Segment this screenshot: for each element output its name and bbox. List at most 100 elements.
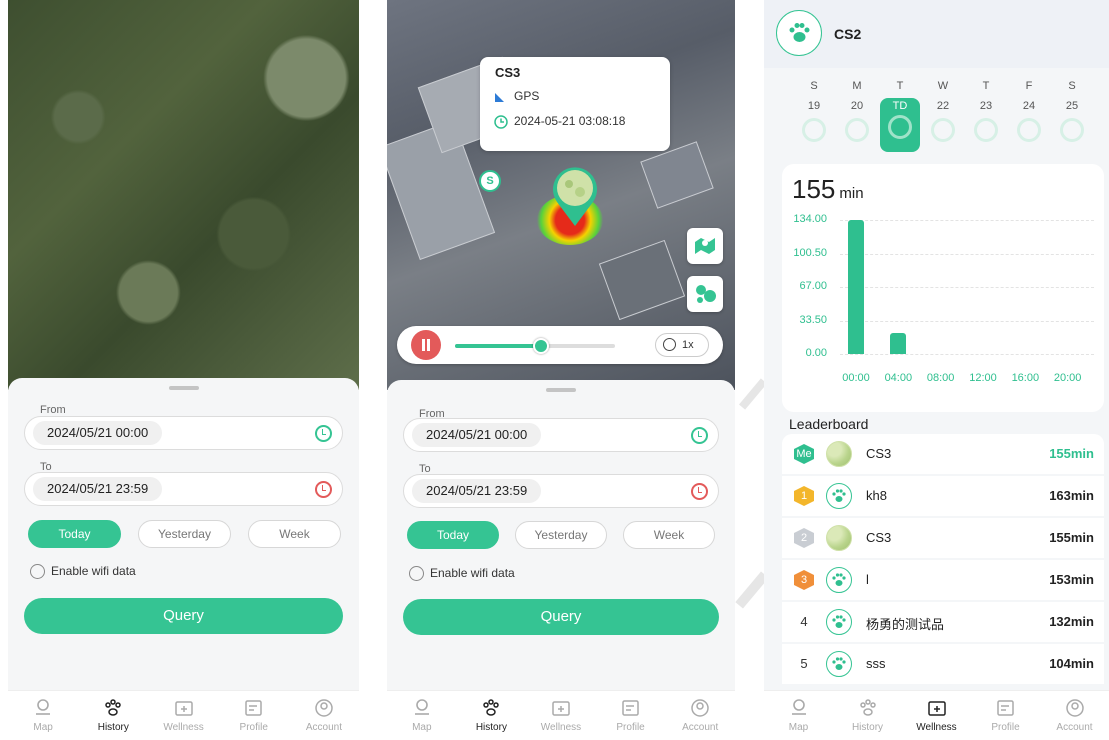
playback-bar: 1x bbox=[397, 326, 723, 364]
leaderboard-row[interactable]: 3 l 153min bbox=[782, 560, 1104, 600]
query-button[interactable]: Query bbox=[24, 598, 343, 634]
wifi-option[interactable]: Enable wifi data bbox=[30, 564, 136, 580]
nav-wellness[interactable]: Wellness bbox=[148, 691, 218, 740]
nav-profile[interactable]: Profile bbox=[596, 691, 666, 740]
chart-bar[interactable] bbox=[848, 220, 864, 354]
profile-card-icon bbox=[996, 700, 1014, 716]
avatar bbox=[826, 567, 852, 593]
chart-bar[interactable] bbox=[890, 333, 907, 354]
paw-icon bbox=[832, 489, 846, 502]
sheet-handle[interactable] bbox=[546, 388, 576, 392]
chip-week[interactable]: Week bbox=[248, 520, 341, 548]
week-selector: S 19 M 20 T TD W 22 T 23 F 24 S 25 bbox=[794, 80, 1094, 152]
day-item[interactable]: F 24 bbox=[1009, 80, 1049, 142]
nav-map[interactable]: Map bbox=[8, 691, 78, 740]
leaderboard-name: 杨勇的测试品 bbox=[866, 617, 945, 632]
nav-map[interactable]: Map bbox=[387, 691, 457, 740]
nav-map[interactable]: Map bbox=[764, 691, 833, 740]
activity-bar-chart: 134.00 100.50 67.00 33.50 0.00 00:00 04:00 08:0… bbox=[782, 164, 1104, 412]
clock-icon[interactable] bbox=[691, 483, 708, 500]
wifi-option[interactable]: Enable wifi data bbox=[409, 566, 515, 582]
pause-button[interactable] bbox=[411, 330, 441, 360]
clock-icon[interactable] bbox=[315, 481, 332, 498]
nav-label: Account bbox=[305, 722, 342, 733]
nav-history[interactable]: History bbox=[457, 691, 527, 740]
x-tick-label: 00:00 bbox=[842, 372, 870, 384]
day-item[interactable]: W 22 bbox=[923, 80, 963, 142]
nav-label: Map bbox=[33, 722, 53, 733]
chip-today[interactable]: Today bbox=[28, 520, 121, 548]
day-item[interactable]: S 19 bbox=[794, 80, 834, 142]
wifi-radio[interactable] bbox=[30, 564, 45, 580]
map-layer-button[interactable] bbox=[687, 228, 723, 264]
pet-avatar[interactable] bbox=[776, 10, 822, 56]
satellite-map[interactable] bbox=[8, 0, 359, 390]
leaderboard-row[interactable]: Me CS3 155min bbox=[782, 434, 1104, 474]
nav-history[interactable]: History bbox=[78, 691, 148, 740]
nav-account[interactable]: Account bbox=[1040, 691, 1109, 740]
nav-label: Wellness bbox=[163, 722, 204, 733]
pet-location-pin-icon[interactable] bbox=[547, 162, 603, 228]
playback-slider[interactable] bbox=[455, 338, 615, 354]
paw-icon bbox=[859, 699, 876, 716]
folder-plus-icon bbox=[552, 701, 570, 716]
clock-icon bbox=[494, 115, 508, 129]
leaderboard-row[interactable]: 4 杨勇的测试品 132min bbox=[782, 602, 1104, 642]
chip-yesterday[interactable]: Yesterday bbox=[515, 521, 607, 549]
x-tick-label: 20:00 bbox=[1053, 372, 1082, 384]
clock-icon[interactable] bbox=[691, 427, 708, 444]
popup-time-row: 2024-05-21 03:08:18 bbox=[494, 114, 625, 129]
leaderboard-title: Leaderboard bbox=[789, 416, 869, 432]
heatmap-toggle-button[interactable] bbox=[687, 276, 723, 312]
nav-account[interactable]: Account bbox=[665, 691, 735, 740]
from-field[interactable]: 2024/05/21 00:00 bbox=[403, 418, 719, 452]
wifi-radio[interactable] bbox=[409, 566, 424, 582]
history-sheet: From 2024/05/21 00:00 To 2024/05/21 23:5… bbox=[8, 378, 359, 692]
playback-knob[interactable] bbox=[533, 338, 550, 354]
chart-gridline bbox=[840, 253, 1094, 255]
map-building bbox=[598, 239, 686, 321]
from-value: 2024/05/21 00:00 bbox=[33, 421, 163, 445]
map-building bbox=[640, 141, 714, 209]
satellite-map[interactable]: S CS3 GPS 2024-05-21 03:08:18 1x bbox=[387, 0, 735, 390]
paw-icon bbox=[789, 23, 810, 42]
leaderboard-name: sss bbox=[866, 656, 886, 671]
speed-button[interactable]: 1x bbox=[655, 333, 709, 357]
popup-device-name: CS3 bbox=[495, 65, 521, 80]
leaderboard-row[interactable]: 1 kh8 163min bbox=[782, 476, 1104, 516]
account-icon bbox=[691, 699, 709, 717]
day-item[interactable]: M 20 bbox=[837, 80, 877, 142]
y-tick-label: 100.50 bbox=[793, 246, 827, 259]
nav-profile[interactable]: Profile bbox=[219, 691, 289, 740]
day-weekday: S bbox=[1068, 80, 1076, 92]
map-pin-icon bbox=[695, 238, 715, 254]
start-marker[interactable]: S bbox=[479, 170, 501, 192]
nav-label: Profile bbox=[991, 722, 1020, 733]
nav-account[interactable]: Account bbox=[289, 691, 359, 740]
speed-value: 1x bbox=[682, 339, 694, 351]
map-pin-icon bbox=[36, 699, 51, 715]
chip-yesterday[interactable]: Yesterday bbox=[138, 520, 231, 548]
query-button[interactable]: Query bbox=[403, 599, 719, 635]
clock-icon[interactable] bbox=[315, 425, 332, 442]
nav-history[interactable]: History bbox=[833, 691, 902, 740]
to-field[interactable]: 2024/05/21 23:59 bbox=[24, 472, 343, 506]
chart-gridline bbox=[840, 354, 1094, 355]
nav-wellness[interactable]: Wellness bbox=[526, 691, 596, 740]
account-icon bbox=[1065, 699, 1084, 717]
day-item-today[interactable]: TD bbox=[880, 98, 920, 152]
leaderboard-row[interactable]: 2 CS3 155min bbox=[782, 518, 1104, 558]
nav-wellness[interactable]: Wellness bbox=[902, 691, 971, 740]
to-field[interactable]: 2024/05/21 23:59 bbox=[403, 474, 719, 508]
x-tick-label: 04:00 bbox=[884, 372, 913, 384]
chart-gridline bbox=[840, 320, 1094, 322]
chip-today[interactable]: Today bbox=[407, 521, 499, 549]
to-value: 2024/05/21 23:59 bbox=[33, 477, 163, 501]
chip-week[interactable]: Week bbox=[623, 521, 715, 549]
from-field[interactable]: 2024/05/21 00:00 bbox=[24, 416, 343, 450]
leaderboard-row[interactable]: 5 sss 104min bbox=[782, 644, 1104, 684]
day-item[interactable]: S 25 bbox=[1052, 80, 1092, 142]
day-item[interactable]: T 23 bbox=[966, 80, 1006, 142]
sheet-handle[interactable] bbox=[168, 386, 199, 390]
nav-profile[interactable]: Profile bbox=[971, 691, 1040, 740]
